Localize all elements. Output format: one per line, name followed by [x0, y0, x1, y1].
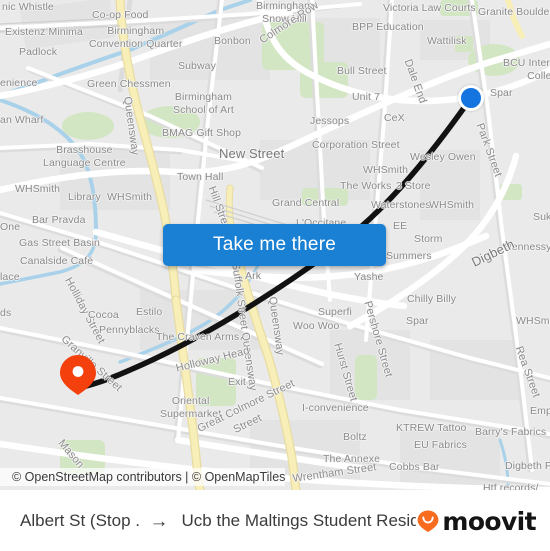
- map-canvas[interactable]: nic Whistle Co-op Food Birmingham Snow Hil…: [0, 0, 550, 490]
- origin-stop-name: Albert St (Stop ...: [20, 511, 141, 530]
- moovit-trip-map-screen: nic Whistle Co-op Food Birmingham Snow Hil…: [0, 0, 550, 551]
- trip-footer-bar: Albert St (Stop ... → Ucb the Maltings S…: [0, 490, 550, 551]
- trip-summary[interactable]: Albert St (Stop ... → Ucb the Maltings S…: [0, 511, 416, 531]
- arrow-right-icon: →: [149, 510, 169, 532]
- moovit-wordmark: moovit: [442, 506, 536, 536]
- moovit-logo[interactable]: moovit: [416, 509, 550, 534]
- take-me-there-button[interactable]: Take me there: [163, 224, 386, 266]
- destination-marker[interactable]: [60, 355, 96, 395]
- moovit-pin-icon: [417, 510, 439, 532]
- destination-stop-name: Ucb the Maltings Student Resid...: [181, 511, 417, 530]
- origin-marker[interactable]: [458, 85, 484, 111]
- attribution-text[interactable]: © OpenStreetMap contributors | © OpenMap…: [0, 467, 286, 486]
